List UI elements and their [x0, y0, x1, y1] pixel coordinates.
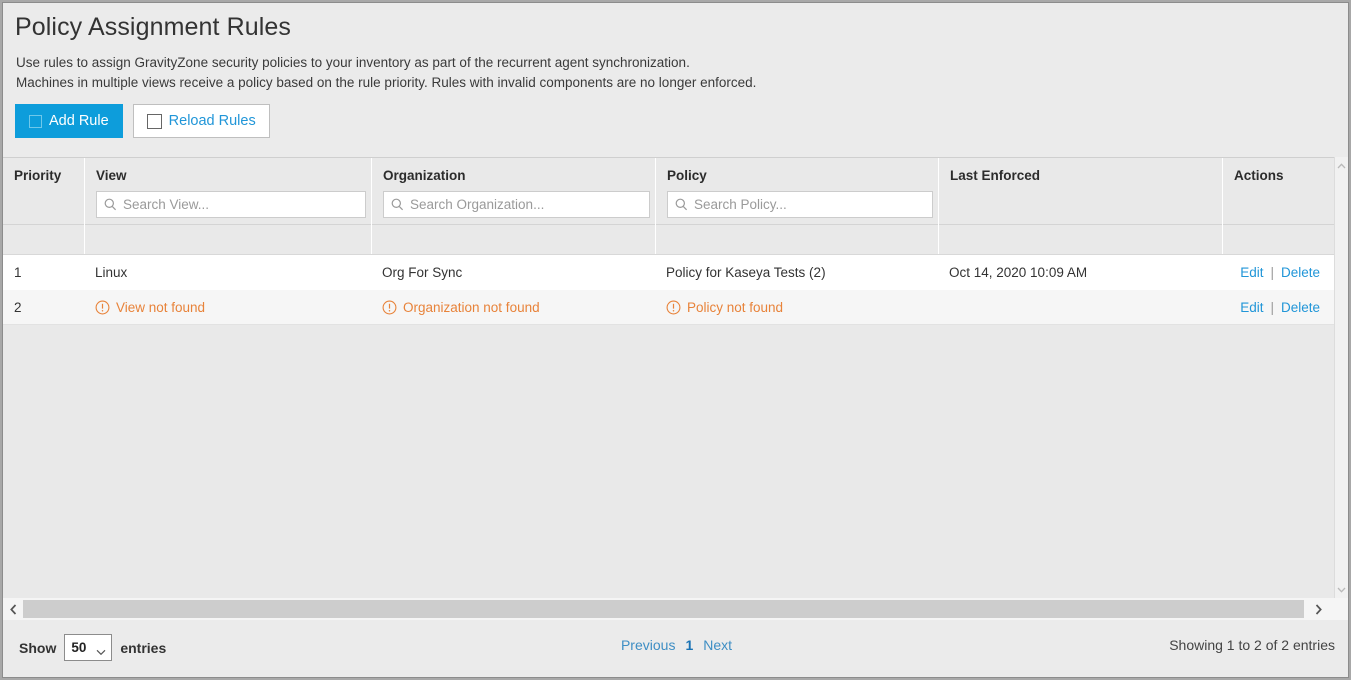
- page-size-select[interactable]: 50: [64, 634, 112, 661]
- cell-priority: 2: [3, 290, 84, 325]
- filter-cell-priority: [3, 225, 84, 254]
- scroll-right-arrow[interactable]: [1308, 599, 1328, 619]
- vertical-scrollbar[interactable]: [1334, 157, 1348, 598]
- pagination-previous[interactable]: Previous: [621, 637, 675, 653]
- cell-view: View not found: [84, 290, 371, 325]
- column-header-priority[interactable]: Priority: [3, 158, 84, 225]
- cell-last-enforced: [938, 290, 1222, 325]
- search-icon: [391, 198, 404, 211]
- toolbar: Add Rule Reload Rules: [15, 104, 270, 138]
- cell-organization: Organization not found: [371, 290, 655, 325]
- add-rule-button[interactable]: Add Rule: [15, 104, 123, 138]
- chevron-up-icon: [1337, 163, 1346, 169]
- search-organization-placeholder: Search Organization...: [410, 197, 544, 212]
- pagination-next[interactable]: Next: [703, 637, 732, 653]
- chevron-left-icon: [10, 604, 17, 615]
- warning-icon: [666, 300, 681, 315]
- search-view-placeholder: Search View...: [123, 197, 209, 212]
- scroll-up-arrow[interactable]: [1335, 159, 1348, 172]
- pagination-page-1[interactable]: 1: [685, 637, 693, 653]
- pagination: Previous 1 Next: [621, 637, 732, 653]
- action-separator: |: [1270, 265, 1274, 280]
- search-organization-input[interactable]: Search Organization...: [383, 191, 650, 218]
- column-header-actions[interactable]: Actions: [1222, 158, 1336, 225]
- cell-view: Linux: [84, 255, 371, 290]
- cell-organization-label: Organization not found: [403, 300, 540, 315]
- showing-entries-text: Showing 1 to 2 of 2 entries: [1169, 637, 1335, 653]
- action-separator: |: [1270, 300, 1274, 315]
- table-row[interactable]: 1 Linux Org For Sync Policy for Kaseya T…: [3, 255, 1336, 290]
- page-title: Policy Assignment Rules: [15, 13, 291, 42]
- column-header-view[interactable]: View Search View...: [84, 158, 371, 225]
- cell-policy: Policy not found: [655, 290, 938, 325]
- filter-cell-actions: [1222, 225, 1336, 254]
- delete-link[interactable]: Delete: [1281, 300, 1320, 315]
- search-policy-input[interactable]: Search Policy...: [667, 191, 933, 218]
- edit-link[interactable]: Edit: [1240, 265, 1263, 280]
- cell-view-label: View not found: [116, 300, 205, 315]
- page-description-line-1: Use rules to assign GravityZone security…: [16, 55, 690, 70]
- policy-assignment-rules-window: Policy Assignment Rules Use rules to ass…: [2, 2, 1349, 678]
- refresh-icon: [147, 114, 162, 129]
- rules-table: Priority View Search View... Organizatio…: [3, 157, 1349, 598]
- chevron-down-icon: [96, 644, 106, 659]
- show-label: Show: [19, 640, 56, 656]
- delete-link[interactable]: Delete: [1281, 265, 1320, 280]
- column-header-policy[interactable]: Policy Search Policy...: [655, 158, 938, 225]
- search-view-input[interactable]: Search View...: [96, 191, 366, 218]
- entries-label: entries: [120, 640, 166, 656]
- scroll-down-arrow[interactable]: [1335, 583, 1348, 596]
- cell-priority: 1: [3, 255, 84, 290]
- chevron-right-icon: [1315, 604, 1322, 615]
- cell-last-enforced: Oct 14, 2020 10:09 AM: [938, 255, 1222, 290]
- page-size-value: 50: [71, 640, 86, 655]
- cell-policy: Policy for Kaseya Tests (2): [655, 255, 938, 290]
- table-footer: Show 50 entries Previous 1 Next Showing …: [3, 620, 1349, 677]
- warning-icon: [382, 300, 397, 315]
- horizontal-scrollbar[interactable]: [3, 598, 1349, 620]
- cell-organization: Org For Sync: [371, 255, 655, 290]
- page-description-line-2: Machines in multiple views receive a pol…: [16, 75, 756, 90]
- search-icon: [104, 198, 117, 211]
- horizontal-scrollbar-thumb[interactable]: [23, 600, 1304, 618]
- filter-cell-view: [84, 225, 371, 254]
- table-row[interactable]: 2 View not found Organization n: [3, 290, 1336, 325]
- search-policy-placeholder: Search Policy...: [694, 197, 787, 212]
- page-size-group: Show 50 entries: [19, 634, 166, 661]
- chevron-down-icon: [1337, 587, 1346, 593]
- filter-cell-policy: [655, 225, 938, 254]
- column-header-last-enforced[interactable]: Last Enforced: [938, 158, 1222, 225]
- plus-icon: [29, 115, 42, 128]
- search-icon: [675, 198, 688, 211]
- cell-actions: Edit | Delete: [1222, 255, 1336, 290]
- cell-policy-label: Policy not found: [687, 300, 783, 315]
- filter-cell-organization: [371, 225, 655, 254]
- warning-icon: [95, 300, 110, 315]
- table-header-row: Priority View Search View... Organizatio…: [3, 157, 1336, 225]
- table-body: 1 Linux Org For Sync Policy for Kaseya T…: [3, 255, 1336, 598]
- column-header-organization[interactable]: Organization Search Organization...: [371, 158, 655, 225]
- add-rule-button-label: Add Rule: [49, 113, 109, 129]
- edit-link[interactable]: Edit: [1240, 300, 1263, 315]
- filter-cell-last-enforced: [938, 225, 1222, 254]
- cell-actions: Edit | Delete: [1222, 290, 1336, 325]
- table-filter-row: [3, 225, 1336, 255]
- reload-rules-button[interactable]: Reload Rules: [133, 104, 270, 138]
- scroll-left-arrow[interactable]: [3, 599, 23, 619]
- reload-rules-button-label: Reload Rules: [169, 113, 256, 129]
